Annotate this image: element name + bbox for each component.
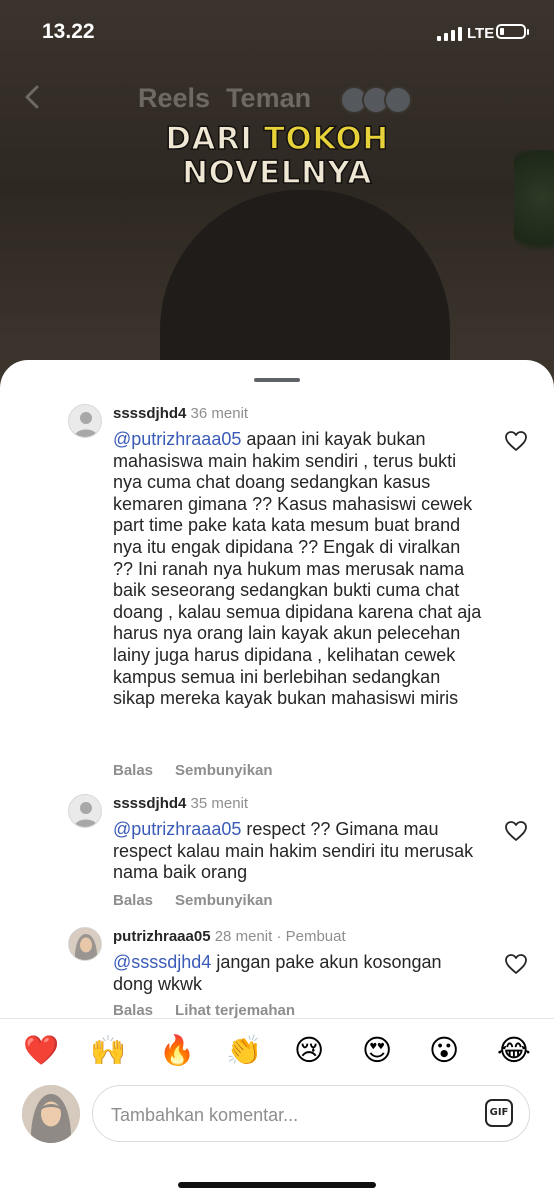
reels-tabs: Reels Teman: [138, 83, 327, 114]
network-type: LTE: [467, 25, 495, 42]
hide-button[interactable]: Sembunyikan: [175, 892, 273, 909]
comment-username[interactable]: ssssdjhd4: [113, 795, 186, 812]
emoji-heart-button[interactable]: ❤️: [23, 1032, 59, 1068]
overlay-line-2: NOVELNYA: [181, 155, 372, 191]
friends-avatar-stack[interactable]: [340, 86, 412, 114]
like-heart-icon[interactable]: [504, 430, 528, 452]
comment-username[interactable]: putrizhraaa05: [113, 928, 211, 945]
comment-time: 36 menit: [190, 405, 249, 422]
emoji-bar-divider: [0, 1018, 554, 1019]
video-caption-overlay: DARI TOKOH NOVELNYA: [0, 121, 554, 191]
emoji-fire-button[interactable]: 🔥: [159, 1032, 195, 1068]
tab-teman[interactable]: Teman: [226, 83, 311, 113]
comment-item: ssssdjhd4 35 menit @putrizhraaa05 respec…: [0, 786, 554, 918]
emoji-clap-button[interactable]: 👏: [226, 1032, 262, 1068]
reply-button[interactable]: Balas: [113, 892, 153, 909]
emoji-cry-button[interactable]: 😢: [294, 1032, 324, 1068]
creator-tag: · Pembuat: [276, 928, 346, 945]
reply-button[interactable]: Balas: [113, 1002, 153, 1019]
comment-time: 28 menit: [214, 928, 273, 945]
overlay-word-tokoh: TOKOH: [263, 121, 389, 157]
comment-input[interactable]: [109, 1100, 473, 1130]
comment-meta: putrizhraaa05 28 menit · Pembuat: [113, 928, 346, 945]
default-avatar-icon[interactable]: [68, 404, 102, 438]
comment-meta: ssssdjhd4 35 menit: [113, 795, 248, 812]
comment-meta: ssssdjhd4 36 menit: [113, 405, 248, 422]
tab-reels[interactable]: Reels: [138, 83, 210, 113]
back-chevron-icon[interactable]: [22, 84, 44, 110]
emoji-laugh-button[interactable]: 😂: [497, 1032, 531, 1068]
comment-mention[interactable]: @putrizhraaa05: [113, 819, 241, 839]
emoji-surprised-button[interactable]: 😮: [429, 1032, 459, 1068]
comment-text: @putrizhraaa05 respect ?? Gimana mau res…: [113, 819, 483, 884]
comment-text: @ssssdjhd4 jangan pake akun kosongan don…: [113, 952, 483, 995]
overlay-word-dari: DARI: [165, 121, 264, 157]
signal-icon: [437, 27, 462, 41]
emoji-quick-bar: ❤️ 🙌 🔥 👏 😢 😍 😮 😂: [0, 1032, 554, 1072]
comment-composer: GIF: [92, 1085, 530, 1142]
comment-item: putrizhraaa05 28 menit · Pembuat @ssssdj…: [0, 919, 554, 1020]
comments-list[interactable]: ssssdjhd4 36 menit @putrizhraaa05 apaan …: [0, 396, 554, 1020]
comment-actions: Balas Sembunyikan: [113, 892, 295, 909]
reply-button[interactable]: Balas: [113, 762, 153, 779]
emoji-heart-eyes-button[interactable]: 😍: [362, 1032, 392, 1068]
home-indicator[interactable]: [178, 1182, 376, 1188]
emoji-raised-hands-button[interactable]: 🙌: [90, 1032, 126, 1068]
friend-avatar: [384, 86, 412, 114]
comment-actions: Balas Lihat terjemahan: [113, 1002, 317, 1019]
default-avatar-icon[interactable]: [68, 794, 102, 828]
comment-actions: Balas Sembunyikan: [113, 762, 295, 779]
battery-icon: [496, 24, 529, 39]
comment-time: 35 menit: [190, 795, 249, 812]
comment-mention[interactable]: @ssssdjhd4: [113, 952, 211, 972]
comment-item: ssssdjhd4 36 menit @putrizhraaa05 apaan …: [0, 396, 554, 786]
like-heart-icon[interactable]: [504, 820, 528, 842]
status-bar: 13.22 LTE: [0, 0, 554, 66]
sheet-drag-handle[interactable]: [254, 378, 300, 382]
see-translation-button[interactable]: Lihat terjemahan: [175, 1002, 295, 1019]
comments-sheet: ssssdjhd4 36 menit @putrizhraaa05 apaan …: [0, 360, 554, 1200]
comment-username[interactable]: ssssdjhd4: [113, 405, 186, 422]
like-heart-icon[interactable]: [504, 953, 528, 975]
current-user-avatar: [22, 1085, 80, 1143]
gif-button[interactable]: GIF: [485, 1099, 513, 1127]
status-time: 13.22: [42, 20, 95, 43]
hide-button[interactable]: Sembunyikan: [175, 762, 273, 779]
profile-photo[interactable]: [68, 927, 102, 961]
comment-mention[interactable]: @putrizhraaa05: [113, 429, 241, 449]
comment-body: apaan ini kayak bukan mahasiswa main hak…: [113, 429, 482, 709]
comment-text: @putrizhraaa05 apaan ini kayak bukan mah…: [113, 429, 483, 710]
